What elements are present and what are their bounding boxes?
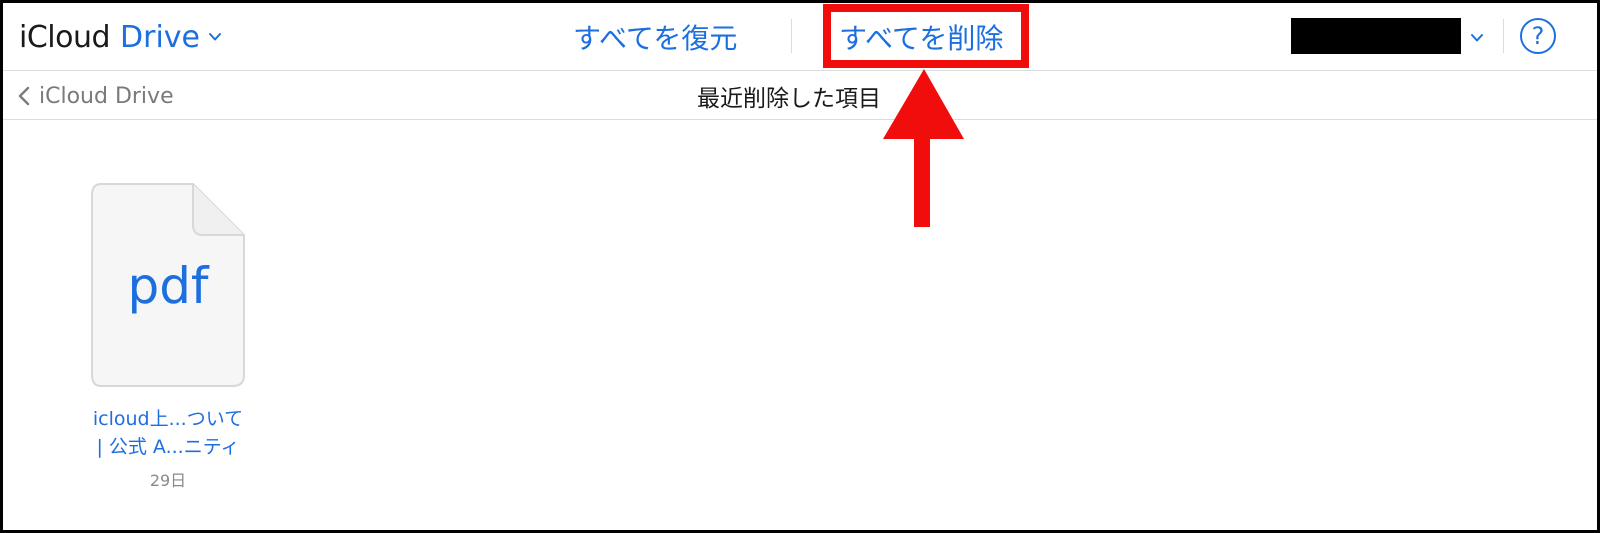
back-button[interactable]: iCloud Drive xyxy=(17,80,174,112)
restore-all-button[interactable]: すべてを復元 xyxy=(573,17,737,57)
file-date: 29日 xyxy=(149,471,187,490)
toolbar-divider xyxy=(1503,19,1504,53)
app-brand: iCloud xyxy=(19,19,111,55)
account-chevron-down-icon[interactable] xyxy=(1469,30,1485,44)
page-title: 最近削除した項目 xyxy=(697,86,881,112)
red-arrow-annotation xyxy=(883,69,964,227)
file-item[interactable]: pdf icloud上...ついて | 公式 A...ニティ 29日 xyxy=(73,179,263,499)
file-name: icloud上...ついて | 公式 A...ニティ xyxy=(73,405,263,461)
file-type-label: pdf xyxy=(127,257,209,315)
file-name-line-2: | 公式 A...ニティ xyxy=(96,436,240,458)
top-toolbar: iCloud Drive すべてを復元 すべてを削除 ? xyxy=(3,3,1597,71)
delete-all-button[interactable]: すべてを削除 xyxy=(839,17,1003,57)
navigation-bar: iCloud Drive 最近削除した項目 xyxy=(3,72,1597,120)
account-name-redacted[interactable] xyxy=(1291,18,1461,54)
chevron-left-icon xyxy=(17,85,31,107)
help-icon[interactable]: ? xyxy=(1520,18,1556,54)
back-button-label: iCloud Drive xyxy=(39,83,174,109)
screenshot-frame: iCloud Drive すべてを復元 すべてを削除 ? iCloud Driv… xyxy=(0,0,1600,533)
app-title[interactable]: iCloud Drive xyxy=(19,17,222,57)
app-product-label: Drive xyxy=(120,19,201,55)
chevron-down-icon xyxy=(208,30,222,44)
toolbar-divider xyxy=(791,19,792,53)
file-name-line-1: icloud上...ついて xyxy=(92,408,244,430)
